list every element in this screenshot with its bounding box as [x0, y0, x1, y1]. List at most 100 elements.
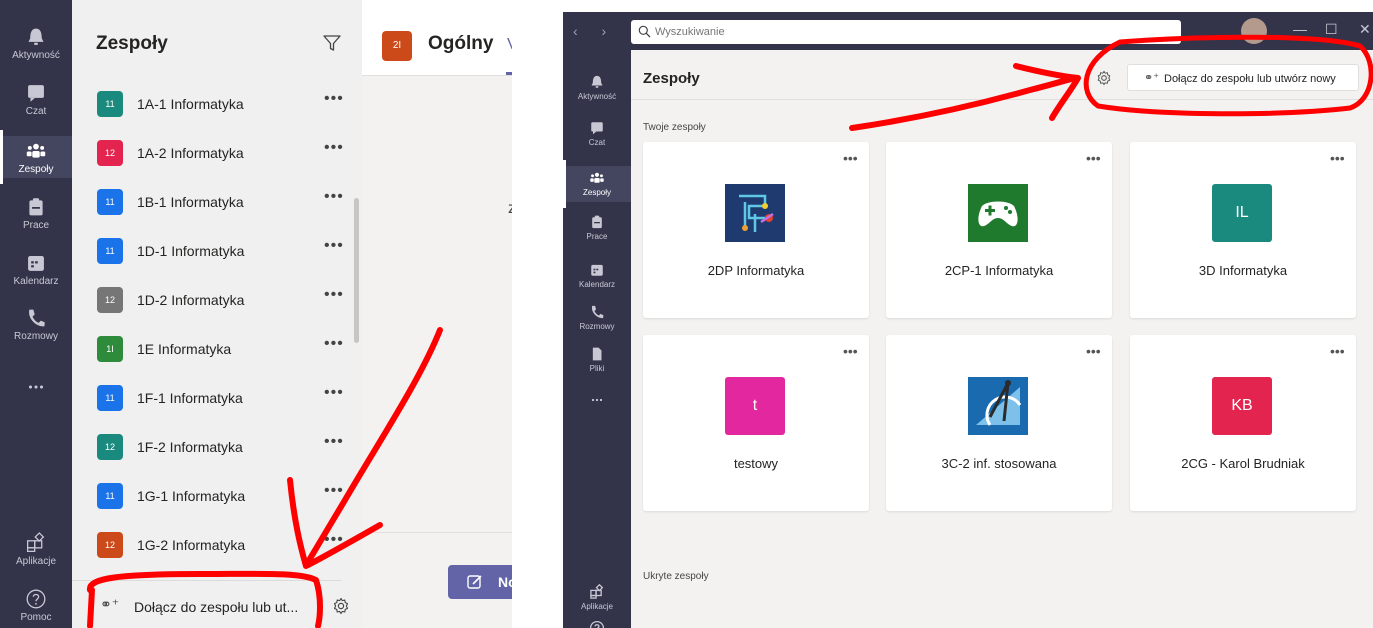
page-title: Zespoły	[96, 33, 168, 54]
team-card[interactable]: ••• 2CP-1 Informatyka	[886, 142, 1112, 318]
close-icon[interactable]: ✕	[1359, 21, 1371, 38]
team-name: 1E Informatyka	[137, 341, 232, 357]
rail-item-label: Kalendarz	[578, 280, 616, 289]
more-options-icon[interactable]: •••	[324, 90, 344, 108]
rail-item-label: Aktywność	[577, 92, 617, 101]
chat-icon	[0, 82, 72, 104]
rail-item-more[interactable]	[563, 388, 631, 424]
list-item[interactable]: 11 1D-1 Informatyka •••	[72, 231, 362, 271]
list-item[interactable]: 11 1G-1 Informatyka •••	[72, 476, 362, 516]
tab-fragment[interactable]: V	[507, 36, 512, 54]
list-item[interactable]: 12 1D-2 Informatyka •••	[72, 280, 362, 320]
list-item[interactable]: 11 1B-1 Informatyka •••	[72, 182, 362, 222]
more-options-icon[interactable]: •••	[843, 150, 858, 166]
list-item[interactable]: 1I 1E Informatyka •••	[72, 329, 362, 369]
left-screenshot: Aktywność Czat Zespoły Prace Kalendarz Rozmow…	[0, 0, 512, 628]
join-or-create-label: Dołącz do zespołu lub ut...	[134, 599, 299, 615]
rail-item-kalendarz[interactable]: Kalendarz	[0, 248, 72, 290]
rail-item-czat[interactable]: Czat	[563, 116, 631, 152]
teams-grid-view: Zespoły ⚭⁺ Dołącz do zespołu lub utwórz …	[631, 50, 1373, 628]
list-item[interactable]: 12 1G-2 Informatyka •••	[72, 525, 362, 565]
rail-item-pliki[interactable]: Pliki	[563, 342, 631, 378]
rail-item-more[interactable]	[0, 372, 72, 414]
more-options-icon[interactable]: •••	[324, 531, 344, 549]
more-options-icon[interactable]: •••	[1086, 343, 1101, 359]
new-conversation-button[interactable]: No	[448, 565, 512, 599]
team-card[interactable]: ••• KB 2CG - Karol Brudniak	[1130, 335, 1356, 511]
join-or-create-team-button[interactable]: ⚭⁺ Dołącz do zespołu lub utwórz nowy	[1127, 64, 1359, 91]
right-app-rail: Aktywność Czat Zespoły Prace Kalendarz Rozmow…	[563, 50, 631, 628]
gear-icon[interactable]	[332, 597, 350, 615]
rail-item-label: Pomoc	[20, 612, 52, 623]
team-card[interactable]: ••• 2DP Informatyka	[643, 142, 869, 318]
rail-item-aktywność[interactable]: Aktywność	[0, 22, 72, 64]
more-options-icon[interactable]: •••	[324, 237, 344, 255]
team-avatar: 11	[97, 238, 123, 264]
team-name: 1A-1 Informatyka	[137, 96, 244, 112]
team-avatar: 12	[97, 140, 123, 166]
team-card[interactable]: ••• IL 3D Informatyka	[1130, 142, 1356, 318]
rail-item-czat[interactable]: Czat	[0, 78, 72, 120]
list-item[interactable]: 11 1A-1 Informatyka •••	[72, 84, 362, 124]
rail-item-aplikacje[interactable]: Aplikacje	[563, 580, 631, 616]
rail-item-pomoc[interactable]: Pomoc	[563, 616, 631, 628]
rail-item-rozmowy[interactable]: Rozmowy	[0, 303, 72, 345]
rail-item-rozmowy[interactable]: Rozmowy	[563, 300, 631, 336]
list-item[interactable]: 12 1A-2 Informatyka •••	[72, 133, 362, 173]
rail-item-zespoły[interactable]: Zespoły	[0, 130, 72, 184]
more-options-icon[interactable]: •••	[1330, 150, 1345, 166]
gear-icon[interactable]	[1096, 70, 1112, 86]
team-name: 3C-2 inf. stosowana	[941, 456, 1057, 471]
filter-icon[interactable]	[322, 33, 342, 53]
rail-item-label: Prace	[22, 220, 50, 231]
more-options-icon[interactable]: •••	[1330, 343, 1345, 359]
rail-item-label: Rozmowy	[579, 322, 615, 331]
team-card[interactable]: ••• 3C-2 inf. stosowana	[886, 335, 1112, 511]
minimize-icon[interactable]: —	[1293, 21, 1307, 37]
rail-item-label: Rozmowy	[14, 331, 58, 342]
list-item[interactable]: 11 1F-1 Informatyka •••	[72, 378, 362, 418]
join-or-create-team-button[interactable]: ⚭⁺ Dołącz do zespołu lub ut...	[72, 583, 362, 628]
team-name: 1F-1 Informatyka	[137, 390, 243, 406]
tab-underline	[506, 72, 512, 75]
more-options-icon[interactable]: •••	[324, 335, 344, 353]
more-options-icon[interactable]: •••	[324, 188, 344, 206]
chat-icon	[563, 120, 631, 136]
channel-text-fragment: z	[508, 200, 512, 217]
search-box[interactable]	[631, 20, 1181, 44]
rail-item-aktywność[interactable]: Aktywność	[563, 70, 631, 106]
rail-item-label: Pliki	[589, 364, 605, 373]
more-options-icon[interactable]: •••	[1086, 150, 1101, 166]
more-options-icon[interactable]: •••	[324, 139, 344, 157]
gamepad-logo	[968, 184, 1028, 242]
rail-item-prace[interactable]: Prace	[563, 210, 631, 246]
team-avatar: 1I	[97, 336, 123, 362]
more-options-icon[interactable]: •••	[324, 384, 344, 402]
team-name: 1D-2 Informatyka	[137, 292, 245, 308]
scrollbar[interactable]	[354, 198, 359, 343]
teams-header: Zespoły ⚭⁺ Dołącz do zespołu lub utwórz …	[631, 50, 1373, 100]
team-initials: KB	[1231, 397, 1253, 414]
rail-item-prace[interactable]: Prace	[0, 192, 72, 234]
geometry-logo	[968, 377, 1028, 435]
more-options-icon[interactable]: •••	[324, 286, 344, 304]
divider	[72, 580, 342, 581]
bell-icon	[0, 26, 72, 48]
back-forward-arrows[interactable]: ‹ ›	[573, 23, 616, 39]
more-options-icon[interactable]: •••	[324, 433, 344, 451]
more-options-icon[interactable]: •••	[324, 482, 344, 500]
list-item[interactable]: 12 1F-2 Informatyka •••	[72, 427, 362, 467]
team-avatar: 11	[97, 385, 123, 411]
section-hidden-teams: Ukryte zespoły	[643, 571, 709, 582]
rail-item-kalendarz[interactable]: Kalendarz	[563, 258, 631, 294]
maximize-icon[interactable]: ☐	[1325, 21, 1338, 38]
search-input[interactable]	[655, 24, 1155, 40]
rail-item-zespoły[interactable]: Zespoły	[563, 160, 631, 208]
more-icon	[0, 376, 72, 398]
rail-item-aplikacje[interactable]: Aplikacje	[0, 528, 72, 570]
avatar[interactable]	[1241, 18, 1267, 44]
search-icon	[638, 25, 651, 38]
more-options-icon[interactable]: •••	[843, 343, 858, 359]
rail-item-pomoc[interactable]: Pomoc	[0, 584, 72, 626]
team-card[interactable]: ••• t testowy	[643, 335, 869, 511]
